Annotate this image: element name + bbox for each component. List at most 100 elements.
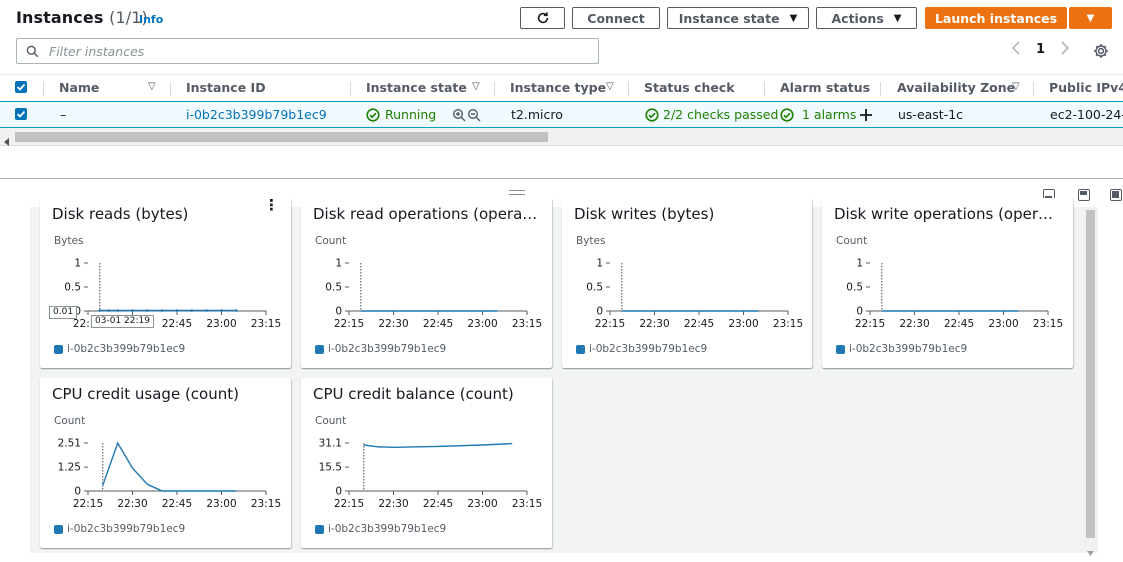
y-unit-label: Bytes <box>576 235 606 247</box>
data-point <box>146 309 149 312</box>
prev-page-icon[interactable] <box>1011 41 1021 59</box>
legend-label: i-0b2c3b399b79b1ec9 <box>849 343 968 355</box>
vertical-scroll-thumb[interactable] <box>1086 210 1095 538</box>
column-header-name[interactable]: Name <box>59 80 99 95</box>
legend-swatch <box>54 524 63 534</box>
x-tick-label: 22:30 <box>378 498 408 510</box>
y-tick-label: 0.5 <box>586 282 603 294</box>
x-tick-label: 23:00 <box>206 498 236 510</box>
x-tick-label: 22:30 <box>378 318 408 330</box>
y-tick-label: 1 <box>335 258 342 270</box>
page-title: Instances (1/1) <box>16 8 148 27</box>
data-point <box>235 309 238 312</box>
series-line <box>102 441 237 492</box>
y-tick-label: 31.1 <box>319 438 342 450</box>
drag-handle-icon[interactable] <box>509 194 525 195</box>
add-alarm-icon[interactable] <box>859 108 873 122</box>
connect-button[interactable]: Connect <box>572 7 660 29</box>
y-tick-label: 0.5 <box>325 282 342 294</box>
table-row[interactable]: – i-0b2c3b399b79b1ec9 Running t2.micro 2… <box>0 101 1123 128</box>
panel-split-icon[interactable] <box>1078 189 1090 201</box>
column-header-instance-state[interactable]: Instance state <box>366 80 467 95</box>
refresh-button[interactable] <box>520 7 565 29</box>
data-point <box>175 309 179 312</box>
y-tick-label: 0.5 <box>64 282 81 294</box>
legend-label: i-0b2c3b399b79b1ec9 <box>67 343 186 355</box>
sort-caret-icon[interactable]: ▽ <box>606 81 614 92</box>
alarm-status[interactable]: 1 alarms <box>780 107 873 122</box>
column-header-alarm-status[interactable]: Alarm status <box>780 80 870 95</box>
info-link[interactable]: Info <box>139 13 163 26</box>
more-options-icon[interactable]: ⋮ <box>264 198 279 213</box>
launch-options-button[interactable]: ▼ <box>1069 7 1112 29</box>
instance-state-label: Instance state <box>678 10 780 26</box>
status-check[interactable]: 2/2 checks passed <box>645 107 778 122</box>
actions-button[interactable]: Actions ▼ <box>816 7 917 29</box>
search-icon <box>26 45 39 57</box>
chart-legend[interactable]: i-0b2c3b399b79b1ec9 <box>54 523 185 535</box>
sort-caret-icon[interactable]: ▽ <box>1012 81 1020 92</box>
x-tick-label: 22:15 <box>334 498 364 510</box>
legend-swatch <box>315 524 324 534</box>
chart-legend[interactable]: i-0b2c3b399b79b1ec9 <box>836 343 967 355</box>
column-header-instance-type[interactable]: Instance type <box>510 80 606 95</box>
data-point <box>190 309 194 312</box>
x-tick-label: 22:45 <box>944 318 974 330</box>
x-tick-label: 22:45 <box>162 498 192 510</box>
next-page-icon[interactable] <box>1060 41 1070 59</box>
x-tick-label: 22:15 <box>334 318 364 330</box>
column-header-instance-id[interactable]: Instance ID <box>186 80 266 95</box>
x-tick-label: 22:45 <box>423 498 453 510</box>
filter-instances-search[interactable] <box>16 38 599 64</box>
panel-full-icon[interactable] <box>1110 189 1122 201</box>
legend-label: i-0b2c3b399b79b1ec9 <box>328 343 447 355</box>
launch-instances-button[interactable]: Launch instances <box>925 7 1067 29</box>
y-tick-label: 0 <box>335 306 342 318</box>
chart-legend[interactable]: i-0b2c3b399b79b1ec9 <box>315 343 446 355</box>
table-header: Name ▽ Instance ID Instance state ▽ Inst… <box>0 74 1123 102</box>
data-point <box>107 309 111 312</box>
column-header-status-check[interactable]: Status check <box>644 80 735 95</box>
horizontal-scroll-thumb[interactable] <box>15 132 548 142</box>
series-line <box>363 442 513 449</box>
instance-id-link[interactable]: i-0b2c3b399b79b1ec9 <box>186 107 327 122</box>
chart-legend[interactable]: i-0b2c3b399b79b1ec9 <box>315 523 446 535</box>
sort-caret-icon[interactable]: ▽ <box>472 81 480 92</box>
x-tick-label: 22:45 <box>162 318 192 330</box>
y-tick-label: 0 <box>74 486 81 498</box>
row-checkbox[interactable] <box>15 108 27 120</box>
x-tick-label: 23:15 <box>512 318 542 330</box>
zoom-in-icon[interactable] <box>452 108 466 125</box>
status-check-text: 2/2 checks passed <box>663 107 779 122</box>
drag-handle-icon[interactable] <box>509 190 525 191</box>
chart-legend[interactable]: i-0b2c3b399b79b1ec9 <box>54 343 185 355</box>
instance-state-button[interactable]: Instance state ▼ <box>667 7 809 29</box>
x-tick-label: 22:15 <box>855 318 885 330</box>
x-tick-label: 23:15 <box>251 318 281 330</box>
y-tick-label: 1 <box>74 258 81 270</box>
chart-legend[interactable]: i-0b2c3b399b79b1ec9 <box>576 343 707 355</box>
metric-card-cpu-credit-usage: CPU credit usage (count) Count 0 1.25 2.51… <box>40 378 291 548</box>
x-tick-label: 23:00 <box>467 498 497 510</box>
legend-label: i-0b2c3b399b79b1ec9 <box>67 523 186 535</box>
settings-gear-icon[interactable] <box>1093 43 1109 63</box>
select-all-checkbox[interactable] <box>15 81 27 93</box>
zoom-out-icon[interactable] <box>467 108 481 125</box>
y-tick-label: 0 <box>335 486 342 498</box>
check-circle-icon <box>645 107 659 122</box>
check-circle-icon <box>366 107 380 122</box>
instance-state: Running <box>366 107 436 122</box>
legend-label: i-0b2c3b399b79b1ec9 <box>589 343 708 355</box>
sort-caret-icon[interactable]: ▽ <box>148 81 156 92</box>
y-unit-label: Count <box>836 235 868 247</box>
scroll-left-icon[interactable] <box>3 132 11 151</box>
column-header-availability-zone[interactable]: Availability Zone <box>897 80 1015 95</box>
column-header-public-ipv4[interactable]: Public IPv4 D <box>1049 80 1123 95</box>
metric-card-disk-write-ops: Disk write operations (oper… Count 0 0.5 1… <box>822 198 1073 368</box>
legend-swatch <box>576 344 585 354</box>
page-number[interactable]: 1 <box>1036 42 1045 57</box>
y-unit-label: Bytes <box>54 235 84 247</box>
search-input[interactable] <box>47 42 551 60</box>
legend-swatch <box>54 344 63 354</box>
y-tick-label: 1.25 <box>58 462 81 474</box>
